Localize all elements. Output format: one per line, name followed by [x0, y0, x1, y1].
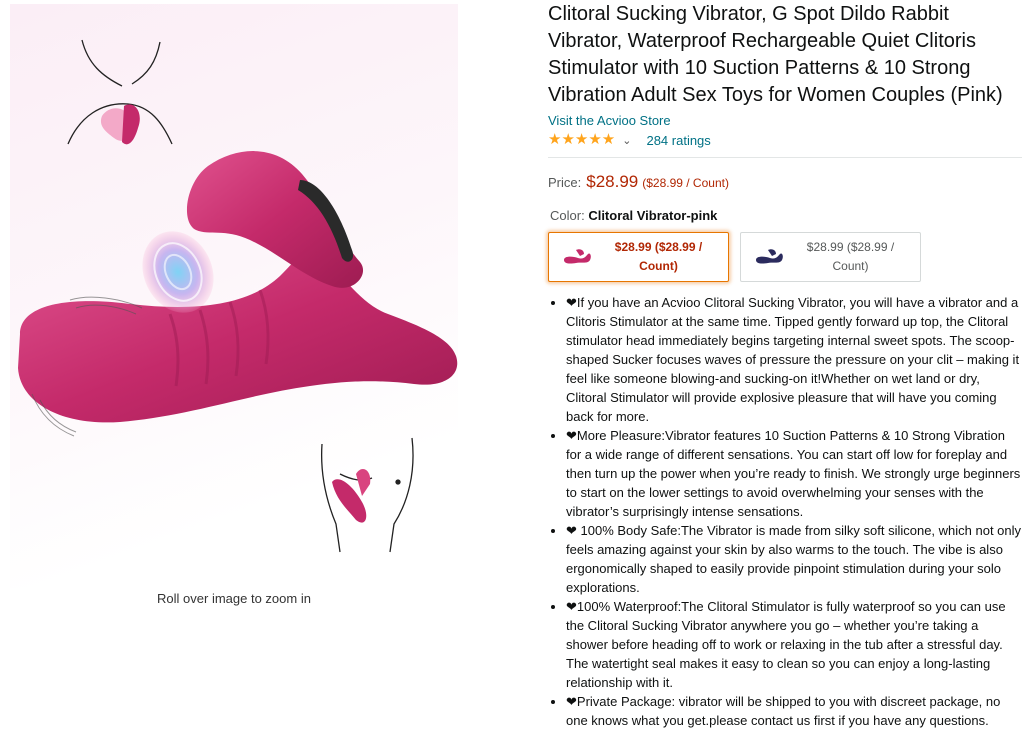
color-label: Color:	[550, 208, 585, 223]
color-row: Color: Clitoral Vibrator-pink	[550, 208, 1022, 223]
swatch-option-purple[interactable]: $28.99 ($28.99 / Count)	[740, 232, 921, 282]
product-illustration	[18, 39, 458, 553]
feature-bullet: ❤If you have an Acvioo Clitoral Sucking …	[566, 293, 1022, 426]
feature-bullet: ❤100% Waterproof:The Clitoral Stimulator…	[566, 597, 1022, 692]
feature-bullet: ❤More Pleasure:Vibrator features 10 Suct…	[566, 426, 1022, 521]
swatch-thumbnail-pink	[557, 240, 597, 274]
price-row: Price: $28.99 ($28.99 / Count)	[548, 172, 1022, 192]
swatch-thumbnail-purple	[749, 240, 789, 274]
divider	[548, 157, 1022, 158]
feature-bullets: ❤If you have an Acvioo Clitoral Sucking …	[548, 293, 1022, 730]
feature-bullet: ❤Private Package: vibrator will be shipp…	[566, 692, 1022, 730]
swatch-price-pink: $28.99 ($28.99 / Count)	[614, 240, 703, 273]
swatch-price-purple: $28.99 ($28.99 / Count)	[806, 240, 895, 273]
price-per-unit: ($28.99 / Count)	[642, 176, 729, 190]
star-rating-icon[interactable]: ★★★★★	[548, 132, 615, 148]
product-detail: Clitoral Sucking Vibrator, G Spot Dildo …	[548, 0, 1022, 730]
product-title: Clitoral Sucking Vibrator, G Spot Dildo …	[548, 3, 1003, 106]
price-label: Price:	[548, 175, 582, 190]
price-value: $28.99	[586, 172, 639, 191]
figure-bottom-sketch	[320, 437, 414, 553]
color-swatches: $28.99 ($28.99 / Count) $28.99 ($28.99 /…	[548, 232, 1022, 282]
image-column: Roll over image to zoom in	[0, 0, 468, 750]
rating-row: ★★★★★ ⌄ 284 ratings	[548, 131, 1022, 149]
feature-bullet: ❤ 100% Body Safe:The Vibrator is made fr…	[566, 521, 1022, 597]
ratings-count-link[interactable]: 284 ratings	[646, 133, 710, 148]
swatch-option-pink[interactable]: $28.99 ($28.99 / Count)	[548, 232, 729, 282]
main-product-image[interactable]	[10, 4, 458, 588]
chevron-down-icon[interactable]: ⌄	[622, 134, 631, 147]
store-link[interactable]: Visit the Acvioo Store	[548, 113, 1022, 128]
color-value: Clitoral Vibrator-pink	[588, 208, 718, 223]
zoom-hint: Roll over image to zoom in	[157, 591, 311, 606]
